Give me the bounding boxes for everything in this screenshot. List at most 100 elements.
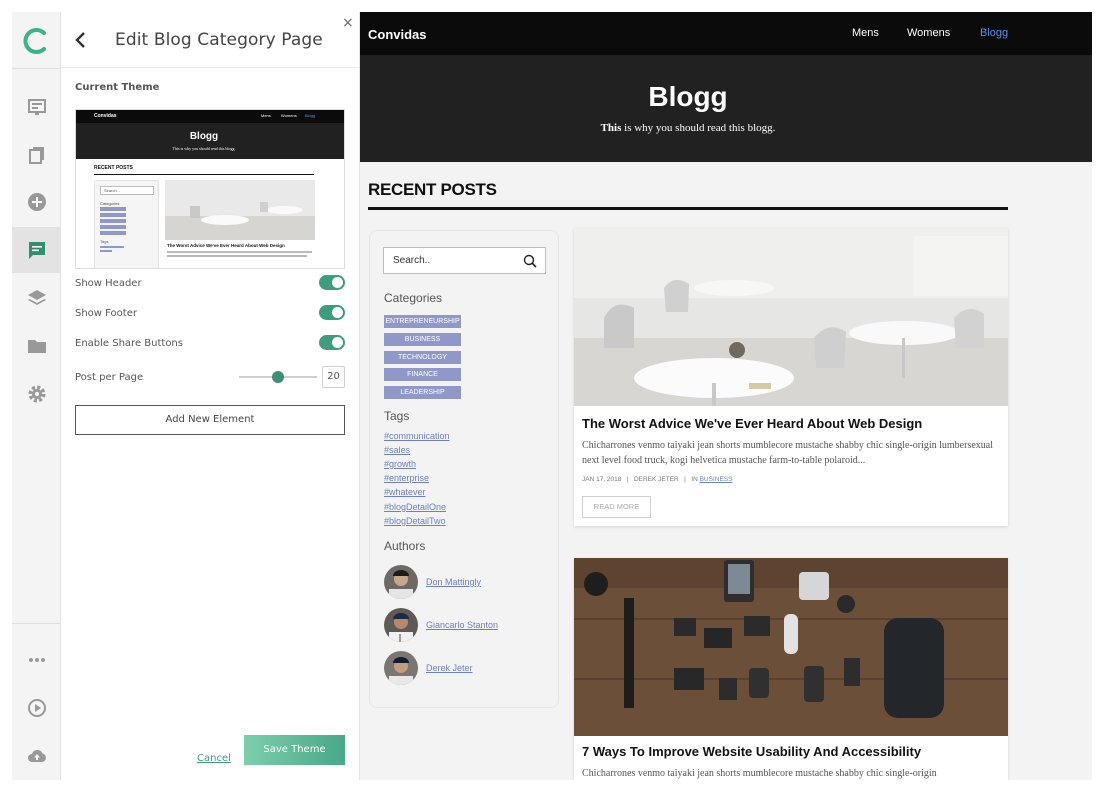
thumb-categories-label: Categories [100, 201, 120, 206]
category-badge[interactable]: ENTREPRENEURSHIP [384, 315, 461, 328]
tag-link[interactable]: #growth [384, 459, 416, 469]
show-footer-label: Show Footer [75, 308, 137, 319]
nav-link-womens[interactable]: Womens [907, 27, 950, 39]
thumb-brand: Convidas [94, 113, 117, 119]
cafe-interior-photo [574, 228, 1008, 406]
show-header-toggle[interactable] [319, 275, 345, 290]
author-link[interactable]: Don Mattingly [426, 577, 481, 587]
hero-subtitle-text: is why you should read this blogg. [621, 122, 776, 134]
hero-title: Blogg [648, 81, 728, 112]
tag-link[interactable]: #sales [384, 445, 410, 455]
meta-separator: | [680, 476, 690, 483]
read-more-button[interactable]: READ MORE [582, 496, 651, 518]
app-logo-icon[interactable] [22, 26, 50, 56]
site-navbar: Convidas Mens Womens Blogg [360, 12, 1092, 55]
tags-heading: Tags [384, 409, 410, 423]
thumb-nav-item: Mens [261, 113, 271, 118]
category-badge[interactable]: TECHNOLOGY [384, 351, 461, 364]
upload-icon [27, 749, 46, 762]
add-new-element-button[interactable]: Add New Element [75, 405, 345, 435]
panel-header: Edit Blog Category Page × [61, 12, 360, 68]
tag-link[interactable]: #blogDetailOne [384, 502, 446, 512]
rail-item-settings[interactable] [12, 371, 61, 417]
tag-link[interactable]: #whatever [384, 487, 426, 497]
post-excerpt: Chicharrones venmo taiyaki jean shorts m… [582, 440, 993, 466]
thumb-tags-label: Tags [100, 239, 109, 244]
rail-item-blog[interactable] [12, 227, 61, 273]
avatar[interactable] [384, 608, 418, 642]
app-window: Edit Blog Category Page × Current Theme … [12, 12, 1092, 780]
thumb-post-image [165, 180, 315, 240]
share-buttons-toggle[interactable] [319, 335, 345, 350]
search-placeholder: Search.. [393, 255, 431, 266]
rail-item-folder[interactable] [12, 323, 61, 369]
tag-link[interactable]: #communication [384, 431, 450, 441]
posts-per-page-input[interactable]: 20 [322, 366, 345, 388]
post-category-link[interactable]: BUSINESS [700, 476, 733, 483]
thumb-hero-subtitle: This is why you should read this blogg. [172, 146, 236, 151]
close-icon[interactable]: × [342, 15, 354, 31]
show-footer-row: Show Footer [75, 305, 345, 325]
avatar[interactable] [384, 651, 418, 685]
post-image[interactable] [574, 228, 1008, 406]
post-card: The Worst Advice We've Ever Heard About … [574, 228, 1008, 526]
post-image[interactable] [574, 558, 1008, 736]
post-title[interactable]: 7 Ways To Improve Website Usability And … [582, 744, 921, 759]
show-header-row: Show Header [75, 275, 345, 295]
panel-title: Edit Blog Category Page [115, 30, 323, 50]
rail-item-preview[interactable] [12, 685, 61, 731]
site-brand[interactable]: Convidas [368, 27, 427, 42]
thumb-recent-posts: RECENT POSTS [94, 165, 133, 171]
author-photo [384, 651, 418, 685]
hero-subtitle-emphasis: This [600, 122, 622, 134]
cancel-link[interactable]: Cancel [197, 753, 231, 764]
rail-divider [12, 623, 61, 624]
rail-item-more[interactable] [12, 637, 61, 683]
thumb-tag [100, 246, 124, 248]
post-card: 7 Ways To Improve Website Usability And … [574, 558, 1008, 780]
thumb-hero-title: Blogg [189, 131, 219, 142]
slider-handle[interactable] [272, 371, 284, 383]
post-in-label: IN [691, 476, 698, 483]
rail-item-layers[interactable] [12, 275, 61, 321]
pages-icon [27, 99, 46, 115]
rail-item-add[interactable] [12, 179, 61, 225]
rail-item-copy[interactable] [12, 132, 61, 178]
thumb-category [100, 213, 126, 217]
nav-link-blogg[interactable]: Blogg [980, 27, 1008, 39]
tag-link[interactable]: #enterprise [384, 473, 429, 483]
rail-item-publish[interactable] [12, 733, 61, 779]
share-buttons-row: Enable Share Buttons [75, 335, 345, 355]
thumb-hero: Blogg This is why you should read this b… [76, 123, 344, 159]
author-photo [384, 565, 418, 599]
category-badge[interactable]: BUSINESS [384, 333, 461, 346]
thumb-category [100, 231, 126, 235]
tag-link[interactable]: #blogDetailTwo [384, 516, 446, 526]
avatar[interactable] [384, 565, 418, 599]
author-link[interactable]: Giancarlo Stanton [426, 620, 498, 630]
back-arrow-icon[interactable] [73, 30, 89, 50]
blog-icon [28, 242, 45, 259]
search-icon[interactable] [523, 254, 537, 268]
post-author: DEREK JETER [633, 476, 679, 483]
search-input[interactable]: Search.. [383, 247, 546, 274]
author-link[interactable]: Derek Jeter [426, 663, 473, 673]
author-photo [384, 608, 418, 642]
thumb-excerpt-line [167, 251, 312, 253]
authors-heading: Authors [384, 539, 426, 553]
meta-separator: | [623, 476, 633, 483]
theme-thumbnail[interactable]: Convidas Mens Womens Blogg Blogg This is… [75, 109, 345, 269]
thumb-post-title: The Worst Advice We've Ever Heard About … [167, 243, 285, 248]
show-footer-toggle[interactable] [319, 305, 345, 320]
thumb-category [100, 219, 126, 223]
category-badge[interactable]: FINANCE [384, 368, 461, 381]
more-icon [28, 658, 45, 662]
nav-link-mens[interactable]: Mens [852, 27, 879, 39]
post-title[interactable]: The Worst Advice We've Ever Heard About … [582, 416, 922, 431]
category-badge[interactable]: LEADERSHIP [384, 386, 461, 399]
play-icon [27, 699, 46, 717]
settings-icon [28, 385, 45, 403]
rail-item-pages[interactable] [12, 84, 61, 130]
copy-icon [28, 147, 44, 164]
save-theme-button[interactable]: Save Theme [244, 735, 345, 765]
